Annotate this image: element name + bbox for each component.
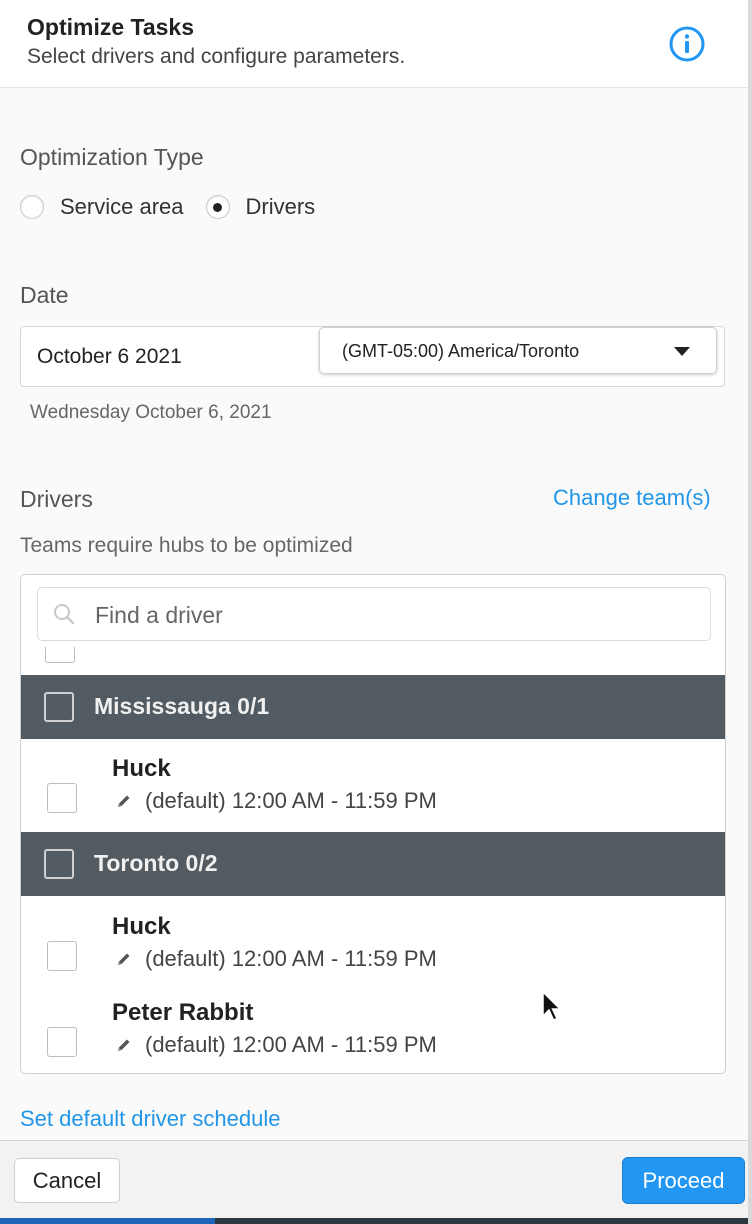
- group-checkbox[interactable]: [44, 692, 74, 722]
- pencil-icon[interactable]: [116, 951, 132, 967]
- dialog-footer: Cancel Proceed: [0, 1140, 752, 1218]
- pencil-icon[interactable]: [116, 1037, 132, 1053]
- cancel-button[interactable]: Cancel: [14, 1158, 120, 1203]
- default-schedule-link[interactable]: Set default driver schedule: [20, 1106, 281, 1132]
- radio-drivers[interactable]: [205, 195, 230, 219]
- driver-list: Mississauga 0/1 Huck (default) 12:00 AM …: [20, 574, 726, 1074]
- group-label: Toronto 0/2: [94, 850, 218, 876]
- driver-schedule[interactable]: (default) 12:00 AM - 11:59 PM: [145, 946, 437, 972]
- date-picker[interactable]: October 6 2021 (GMT-05:00) America/Toron…: [20, 326, 725, 387]
- caret-down-icon: [674, 347, 690, 356]
- list-item-clipped: [21, 647, 725, 675]
- search-input[interactable]: [93, 596, 697, 634]
- group-header-toronto[interactable]: Toronto 0/2: [21, 832, 725, 896]
- driver-name: Huck: [112, 755, 171, 782]
- driver-row[interactable]: Peter Rabbit (default) 12:00 AM - 11:59 …: [21, 983, 725, 1069]
- group-label: Mississauga 0/1: [94, 693, 270, 719]
- date-value[interactable]: October 6 2021: [37, 345, 182, 369]
- drivers-label: Drivers: [20, 486, 93, 512]
- dialog-subtitle: Select drivers and configure parameters.: [27, 45, 406, 68]
- driver-schedule[interactable]: (default) 12:00 AM - 11:59 PM: [145, 1032, 437, 1058]
- info-icon[interactable]: [668, 25, 706, 63]
- driver-schedule[interactable]: (default) 12:00 AM - 11:59 PM: [145, 788, 437, 814]
- taskbar-accent: [0, 1218, 215, 1224]
- radio-drivers-label[interactable]: Drivers: [246, 194, 316, 220]
- taskbar-strip: [0, 1218, 752, 1224]
- driver-search[interactable]: [37, 587, 711, 641]
- driver-name: Peter Rabbit: [112, 999, 254, 1026]
- date-label: Date: [20, 282, 69, 308]
- group-header-mississauga[interactable]: Mississauga 0/1: [21, 675, 725, 739]
- dialog-title: Optimize Tasks: [27, 14, 195, 40]
- window-edge: [748, 0, 752, 1224]
- driver-row[interactable]: Huck (default) 12:00 AM - 11:59 PM: [21, 739, 725, 825]
- optimization-type-label: Optimization Type: [20, 144, 204, 170]
- group-checkbox[interactable]: [44, 849, 74, 879]
- search-icon: [54, 604, 75, 625]
- proceed-button[interactable]: Proceed: [622, 1157, 745, 1204]
- timezone-select[interactable]: (GMT-05:00) America/Toronto: [319, 327, 717, 374]
- timezone-value: (GMT-05:00) America/Toronto: [342, 341, 580, 361]
- driver-checkbox[interactable]: [47, 941, 77, 971]
- date-readable: Wednesday October 6, 2021: [30, 402, 272, 423]
- driver-row[interactable]: Huck (default) 12:00 AM - 11:59 PM: [21, 897, 725, 983]
- driver-name: Huck: [112, 913, 171, 940]
- radio-selected-dot: [213, 202, 223, 212]
- change-team-link[interactable]: Change team(s): [553, 485, 711, 511]
- radio-service-area[interactable]: [20, 195, 44, 219]
- optimization-type-radio-group: Service area Drivers: [20, 192, 337, 222]
- dialog-header: Optimize Tasks Select drivers and config…: [0, 0, 752, 88]
- pencil-icon[interactable]: [116, 793, 132, 809]
- driver-checkbox[interactable]: [45, 647, 75, 663]
- radio-service-area-label[interactable]: Service area: [60, 194, 184, 220]
- driver-checkbox[interactable]: [47, 783, 77, 813]
- teams-hint: Teams require hubs to be optimized: [20, 534, 353, 557]
- driver-checkbox[interactable]: [47, 1027, 77, 1057]
- mouse-cursor-icon: [542, 990, 562, 1021]
